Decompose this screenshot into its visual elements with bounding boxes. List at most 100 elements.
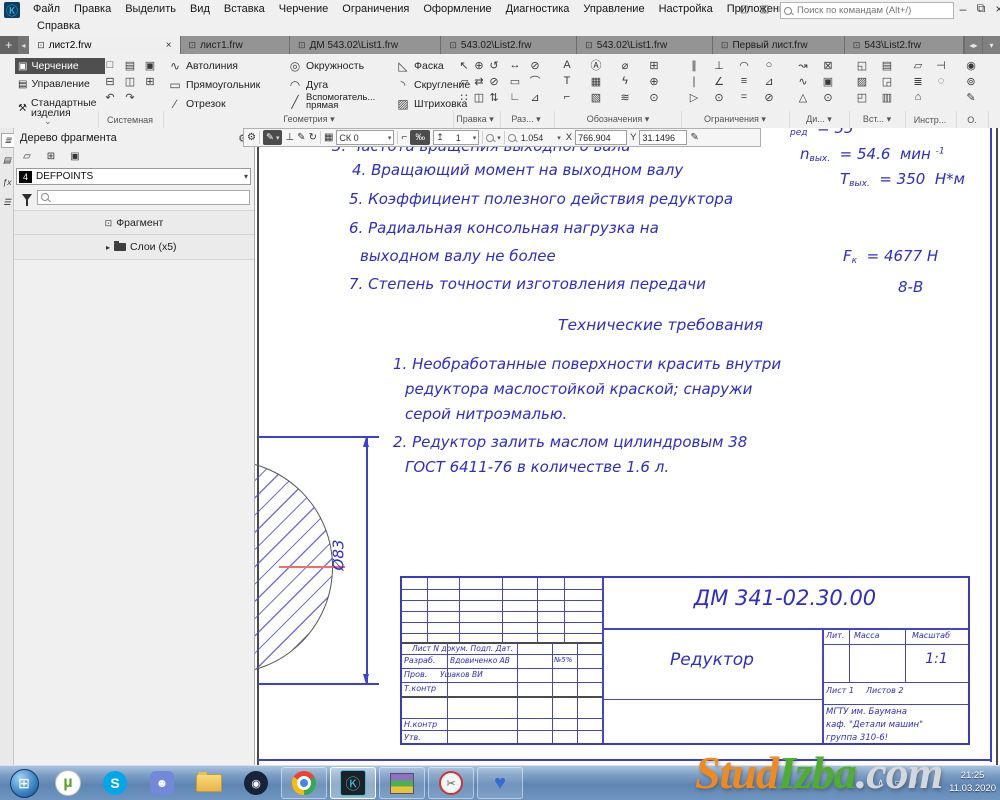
group-menu-arrow[interactable]: ▾	[645, 114, 650, 124]
ribbon-icon[interactable]: ⊘	[526, 57, 544, 73]
drawing-text-torque[interactable]: Tвых. = 350 Н*м	[840, 170, 965, 189]
tech-req-1c[interactable]: серой нитроэмалью.	[405, 405, 567, 423]
ribbon-icon[interactable]: ✎	[962, 89, 980, 105]
tab-menu-button[interactable]: ▾	[982, 36, 1000, 54]
drawing-line-6a[interactable]: 6. Радиальная консольная нагрузка на	[349, 219, 659, 237]
screen-mode-icon[interactable]: ◫	[757, 3, 772, 16]
ribbon-icon[interactable]: ◲	[878, 73, 896, 89]
group-menu-arrow[interactable]: ▾	[887, 114, 892, 124]
tool-construction-line[interactable]: ╱ Вспомогатель... прямая	[288, 94, 378, 110]
ribbon-icon[interactable]: ⊟	[101, 73, 119, 89]
taskbar-heart-app[interactable]: ♥	[477, 767, 523, 799]
ribbon-icon[interactable]: ▷	[685, 89, 703, 105]
collapse-categories-icon[interactable]: ⌄	[44, 116, 52, 127]
ribbon-icon[interactable]: ▥	[878, 89, 896, 105]
ribbon-icon[interactable]: =	[735, 89, 753, 105]
drawing-text-force[interactable]: Fк = 4677 Н	[843, 247, 938, 266]
ribbon-icon[interactable]: ⌂	[909, 89, 927, 105]
ribbon-icon[interactable]: ◌	[932, 73, 950, 89]
ribbon-icon[interactable]: ⊿	[526, 89, 544, 105]
taskbar-chrome[interactable]	[281, 767, 327, 799]
grid-toggle-icon[interactable]: ▦	[324, 132, 333, 143]
ribbon-icon[interactable]: ▣	[819, 73, 837, 89]
tab-nav-arrows[interactable]: ◂▸	[964, 36, 982, 54]
category-drafting[interactable]: ▣ Черчение	[15, 58, 105, 74]
restore-button[interactable]: ⧉	[973, 1, 989, 16]
drawing-line-6b[interactable]: выходном валу не более	[360, 247, 556, 265]
ribbon-icon[interactable]: ∿	[794, 73, 812, 89]
tab-scroll-left[interactable]: ◂	[18, 36, 30, 54]
tool-circle[interactable]: ◎ Окружность	[288, 59, 364, 73]
ribbon-icon[interactable]: ⊥	[710, 57, 728, 73]
taskbar-kompas[interactable]: Ⓚ	[330, 767, 376, 799]
tree-search-input[interactable]	[37, 190, 250, 205]
ribbon-icon[interactable]: ≡	[735, 73, 753, 89]
start-button[interactable]: ⊞	[5, 768, 43, 798]
tech-req-2b[interactable]: ГОСТ 6411-76 в количестве 1.6 л.	[405, 458, 669, 476]
search-input[interactable]	[795, 4, 944, 17]
ribbon-icon[interactable]: ⊞	[645, 57, 663, 73]
menu-constraints[interactable]: Ограничения	[335, 1, 416, 17]
ribbon-icon[interactable]: ∥	[685, 57, 703, 73]
taskbar-discord[interactable]: ☻	[140, 768, 184, 798]
ribbon-icon[interactable]: ◰	[853, 89, 871, 105]
ribbon-icon[interactable]: ⊚	[962, 73, 980, 89]
raster-icon[interactable]: ▣	[66, 149, 84, 164]
dimension-line[interactable]	[366, 438, 368, 683]
taskbar-winrar[interactable]	[379, 767, 425, 799]
ribbon-icon[interactable]: Ⓐ	[587, 57, 605, 73]
ribbon-icon[interactable]: ≣	[909, 73, 927, 89]
snap-mode-button[interactable]: ✎ ▾	[263, 130, 282, 145]
group-menu-arrow[interactable]: ▾	[536, 114, 541, 124]
tech-req-1b[interactable]: редуктора маслостойкой краской; снаружи	[405, 380, 752, 398]
panel-menu-icon[interactable]: ☰	[1, 196, 13, 209]
ribbon-icon[interactable]: ∟	[506, 89, 524, 105]
ribbon-icon[interactable]: ↔	[506, 57, 524, 73]
tech-req-1a[interactable]: 1. Необработанные поверхности красить вн…	[393, 355, 781, 373]
extension-line-bottom[interactable]	[258, 683, 379, 685]
menu-edit[interactable]: Правка	[67, 1, 118, 17]
tech-req-2a[interactable]: 2. Редуктор залить маслом цилиндровым 38	[393, 433, 747, 451]
chevron-down-icon[interactable]: ▾	[244, 172, 248, 181]
tab-close-icon[interactable]: ×	[166, 40, 172, 51]
drawing-text-speed[interactable]: nвых. = 54.6 мин -1	[800, 145, 945, 164]
menu-insert[interactable]: Вставка	[217, 1, 272, 17]
taskbar-steam[interactable]: ◉	[234, 768, 278, 798]
ribbon-icon[interactable]: ⊘	[760, 89, 778, 105]
extension-line-top[interactable]	[258, 436, 379, 438]
ribbon-icon[interactable]: ⊙	[710, 89, 728, 105]
taskbar-explorer[interactable]	[187, 768, 231, 798]
ribbon-icon[interactable]: ▨	[853, 73, 871, 89]
ortho-snap-icon[interactable]: ⊥	[285, 132, 294, 143]
ribbon-icon[interactable]: T	[558, 73, 576, 89]
ribbon-icon[interactable]: ⊿	[760, 73, 778, 89]
y-coordinate-input[interactable]	[639, 130, 687, 145]
menu-help[interactable]: Справка	[30, 18, 87, 34]
menu-management[interactable]: Управление	[576, 1, 651, 17]
settings-gear-icon[interactable]: ⚙	[247, 132, 256, 143]
ribbon-icon[interactable]: ◱	[853, 57, 871, 73]
title-block[interactable]: ДМ 341-02.30.00 Редуктор Лит. Масса Масш…	[400, 576, 970, 745]
drawing-line-4[interactable]: 4. Вращающий момент на выходном валу	[352, 161, 683, 179]
ribbon-icon[interactable]: ▤	[878, 57, 896, 73]
menu-view[interactable]: Вид	[183, 1, 217, 17]
ribbon-icon[interactable]: ⊕	[645, 73, 663, 89]
associativity-icon[interactable]: ↻	[309, 132, 317, 143]
tab-list2[interactable]: ⊡ лист2.frw ×	[29, 36, 180, 54]
ribbon-icon[interactable]: ∠	[710, 73, 728, 89]
ribbon-icon[interactable]: ⊙	[645, 89, 663, 105]
ribbon-icon[interactable]: ▤	[121, 57, 139, 73]
tray-clock[interactable]: 21:25 11.03.2020	[949, 769, 996, 796]
zoom-scale-icon[interactable]	[508, 134, 516, 142]
ribbon-icon[interactable]: A	[558, 57, 576, 73]
tab-54302-list2[interactable]: ⊡ 543.02\List2.frw	[441, 36, 577, 54]
drawing-text-ratio[interactable]: ред = 55	[790, 128, 853, 138]
tab-dm54302-list1[interactable]: ⊡ ДМ 543.02\List1.frw	[290, 36, 441, 54]
current-layer-select[interactable]: 4 DEFPOINTS ▾	[16, 168, 251, 185]
tech-requirements-title[interactable]: Технические требования	[558, 316, 763, 334]
angle-snap-icon[interactable]: ✎	[297, 132, 305, 143]
category-standard-parts[interactable]: ⚒ Стандартные изделия	[15, 94, 105, 122]
ribbon-icon[interactable]: ∣	[685, 73, 703, 89]
filter-icon[interactable]	[22, 194, 32, 201]
tool-chamfer[interactable]: ◺ Фаска	[396, 59, 444, 73]
